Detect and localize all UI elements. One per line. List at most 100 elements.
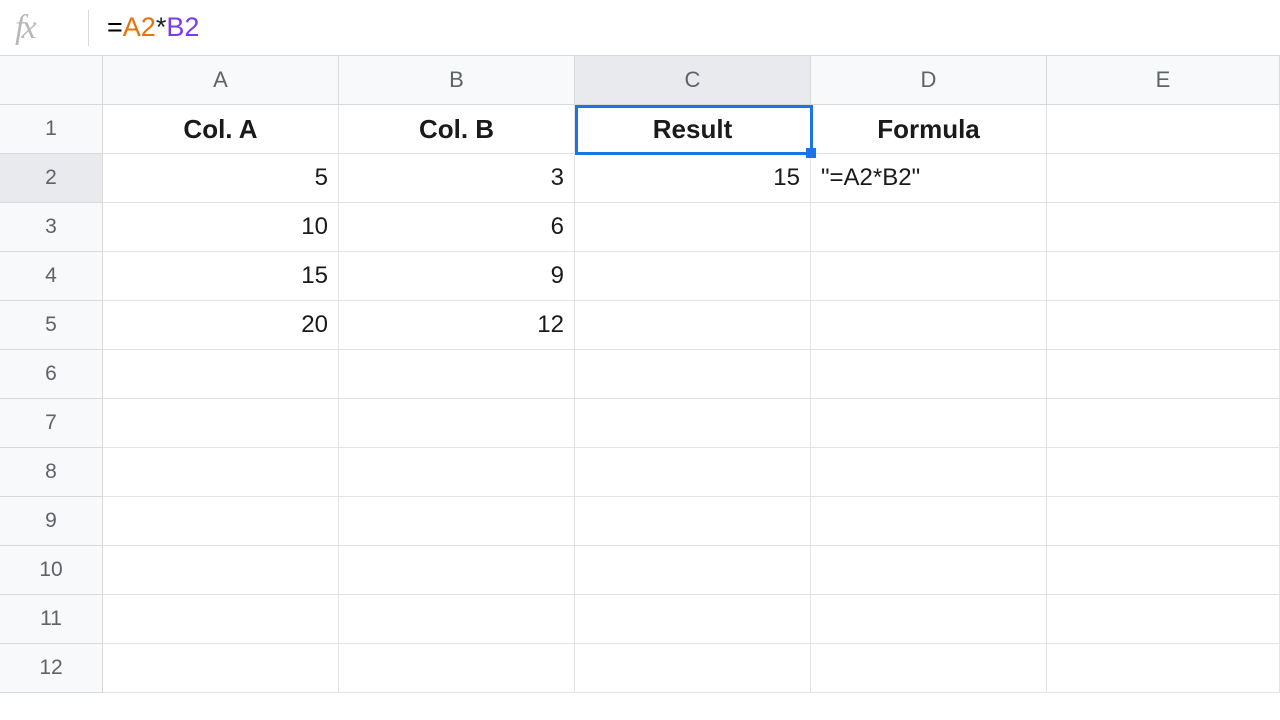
- cell-d4[interactable]: [811, 252, 1047, 301]
- cell-b12[interactable]: [339, 644, 575, 693]
- cell-e5[interactable]: [1047, 301, 1280, 350]
- cell-d12[interactable]: [811, 644, 1047, 693]
- row-6: 6: [0, 350, 1280, 399]
- cell-d8[interactable]: [811, 448, 1047, 497]
- cell-b4[interactable]: 9: [339, 252, 575, 301]
- cell-b2[interactable]: 3: [339, 154, 575, 203]
- cell-c2[interactable]: 15: [575, 154, 811, 203]
- cell-c10[interactable]: [575, 546, 811, 595]
- cell-b10[interactable]: [339, 546, 575, 595]
- cell-a3[interactable]: 10: [103, 203, 339, 252]
- formula-bar: fx =A2*B2: [0, 0, 1280, 56]
- cell-b5[interactable]: 12: [339, 301, 575, 350]
- cell-d9[interactable]: [811, 497, 1047, 546]
- cell-c3[interactable]: [575, 203, 811, 252]
- cell-e6[interactable]: [1047, 350, 1280, 399]
- row-1: 1 Col. A Col. B Result Formula: [0, 105, 1280, 154]
- row-header-6[interactable]: 6: [0, 350, 103, 399]
- formula-token-equals: =: [107, 12, 123, 43]
- cell-b8[interactable]: [339, 448, 575, 497]
- cell-a7[interactable]: [103, 399, 339, 448]
- cell-d5[interactable]: [811, 301, 1047, 350]
- row-header-9[interactable]: 9: [0, 497, 103, 546]
- cell-c11[interactable]: [575, 595, 811, 644]
- row-header-4[interactable]: 4: [0, 252, 103, 301]
- cell-e1[interactable]: [1047, 105, 1280, 154]
- row-12: 12: [0, 644, 1280, 693]
- fx-icon: fx: [15, 9, 80, 47]
- cell-e11[interactable]: [1047, 595, 1280, 644]
- cell-b11[interactable]: [339, 595, 575, 644]
- row-header-12[interactable]: 12: [0, 644, 103, 693]
- cell-a12[interactable]: [103, 644, 339, 693]
- col-header-e[interactable]: E: [1047, 56, 1280, 105]
- cell-a10[interactable]: [103, 546, 339, 595]
- cell-e3[interactable]: [1047, 203, 1280, 252]
- cell-e9[interactable]: [1047, 497, 1280, 546]
- row-header-8[interactable]: 8: [0, 448, 103, 497]
- cell-b7[interactable]: [339, 399, 575, 448]
- cell-c6[interactable]: [575, 350, 811, 399]
- row-header-3[interactable]: 3: [0, 203, 103, 252]
- row-10: 10: [0, 546, 1280, 595]
- cell-c12[interactable]: [575, 644, 811, 693]
- row-8: 8: [0, 448, 1280, 497]
- cell-d10[interactable]: [811, 546, 1047, 595]
- row-2: 2 5 3 15 "=A2*B2": [0, 154, 1280, 203]
- row-5: 5 20 12: [0, 301, 1280, 350]
- cell-a6[interactable]: [103, 350, 339, 399]
- cell-e2[interactable]: [1047, 154, 1280, 203]
- cell-d3[interactable]: [811, 203, 1047, 252]
- cell-a4[interactable]: 15: [103, 252, 339, 301]
- cell-a9[interactable]: [103, 497, 339, 546]
- row-header-7[interactable]: 7: [0, 399, 103, 448]
- row-11: 11: [0, 595, 1280, 644]
- col-header-c[interactable]: C: [575, 56, 811, 105]
- cell-d2[interactable]: "=A2*B2": [811, 154, 1047, 203]
- spreadsheet-grid: A B C D E 1 Col. A Col. B Result Formula…: [0, 56, 1280, 693]
- cell-a2[interactable]: 5: [103, 154, 339, 203]
- col-header-a[interactable]: A: [103, 56, 339, 105]
- cell-b9[interactable]: [339, 497, 575, 546]
- cell-d6[interactable]: [811, 350, 1047, 399]
- cell-a5[interactable]: 20: [103, 301, 339, 350]
- cell-e10[interactable]: [1047, 546, 1280, 595]
- cell-e12[interactable]: [1047, 644, 1280, 693]
- cell-a8[interactable]: [103, 448, 339, 497]
- formula-token-ref-a2: A2: [123, 12, 156, 43]
- col-header-d[interactable]: D: [811, 56, 1047, 105]
- select-all-corner[interactable]: [0, 56, 103, 105]
- cell-a11[interactable]: [103, 595, 339, 644]
- cell-c7[interactable]: [575, 399, 811, 448]
- row-header-10[interactable]: 10: [0, 546, 103, 595]
- formula-token-operator: *: [156, 12, 167, 43]
- row-7: 7: [0, 399, 1280, 448]
- row-header-11[interactable]: 11: [0, 595, 103, 644]
- cell-b3[interactable]: 6: [339, 203, 575, 252]
- cell-d1[interactable]: Formula: [811, 105, 1047, 154]
- cell-e4[interactable]: [1047, 252, 1280, 301]
- cell-c4[interactable]: [575, 252, 811, 301]
- row-3: 3 10 6: [0, 203, 1280, 252]
- row-4: 4 15 9: [0, 252, 1280, 301]
- cell-e7[interactable]: [1047, 399, 1280, 448]
- spreadsheet-app: fx =A2*B2 A B C D E 1 Col. A Col. B Resu…: [0, 0, 1280, 720]
- formula-bar-divider: [88, 10, 89, 46]
- formula-token-ref-b2: B2: [166, 12, 199, 43]
- cell-c5[interactable]: [575, 301, 811, 350]
- cell-c9[interactable]: [575, 497, 811, 546]
- row-header-5[interactable]: 5: [0, 301, 103, 350]
- formula-input[interactable]: =A2*B2: [107, 12, 1280, 43]
- column-header-row: A B C D E: [0, 56, 1280, 105]
- cell-a1[interactable]: Col. A: [103, 105, 339, 154]
- cell-c1[interactable]: Result: [575, 105, 811, 154]
- cell-d11[interactable]: [811, 595, 1047, 644]
- cell-c8[interactable]: [575, 448, 811, 497]
- col-header-b[interactable]: B: [339, 56, 575, 105]
- cell-e8[interactable]: [1047, 448, 1280, 497]
- cell-b1[interactable]: Col. B: [339, 105, 575, 154]
- cell-d7[interactable]: [811, 399, 1047, 448]
- row-header-2[interactable]: 2: [0, 154, 103, 203]
- row-header-1[interactable]: 1: [0, 105, 103, 154]
- cell-b6[interactable]: [339, 350, 575, 399]
